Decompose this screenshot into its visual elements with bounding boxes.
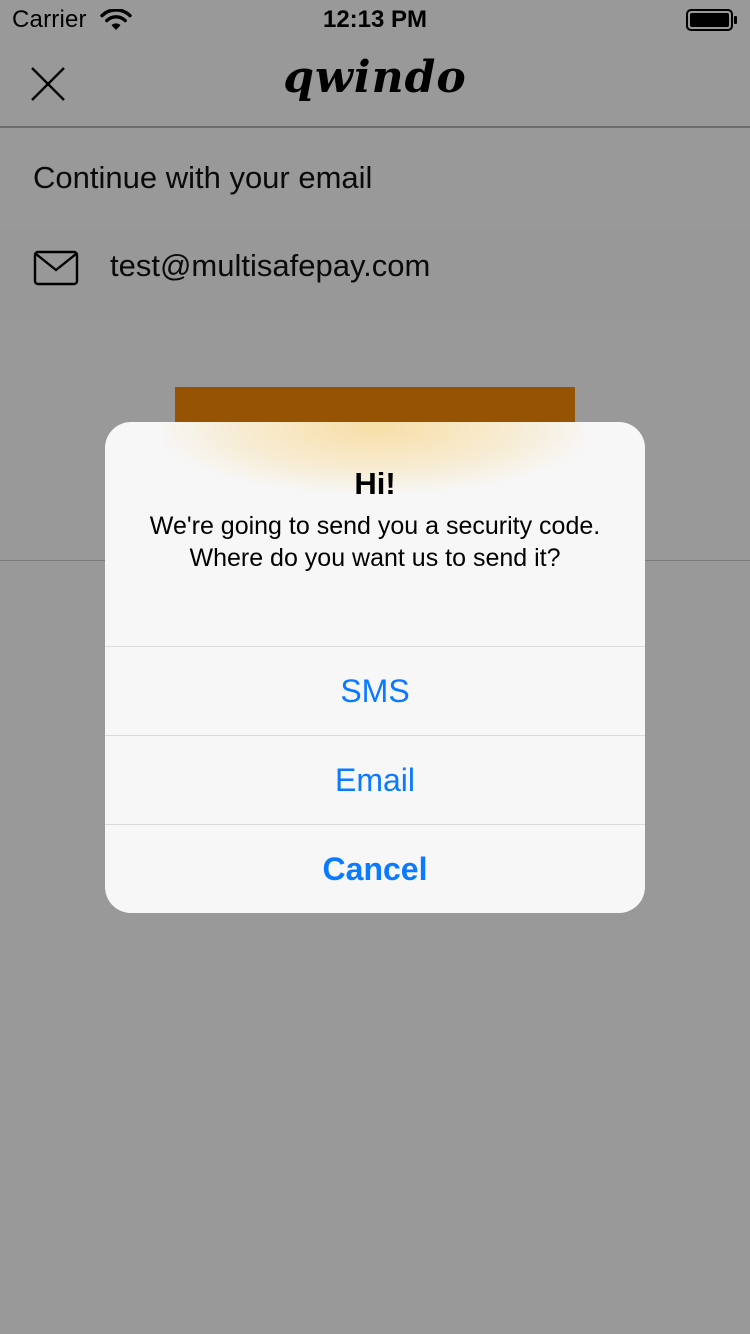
- email-button[interactable]: Email: [105, 735, 645, 824]
- alert-title: Hi!: [354, 466, 396, 501]
- alert-message: We're going to send you a security code.…: [149, 512, 601, 572]
- cancel-button[interactable]: Cancel: [105, 824, 645, 913]
- security-code-alert: Hi! We're going to send you a security c…: [105, 422, 645, 913]
- sms-button[interactable]: SMS: [105, 646, 645, 735]
